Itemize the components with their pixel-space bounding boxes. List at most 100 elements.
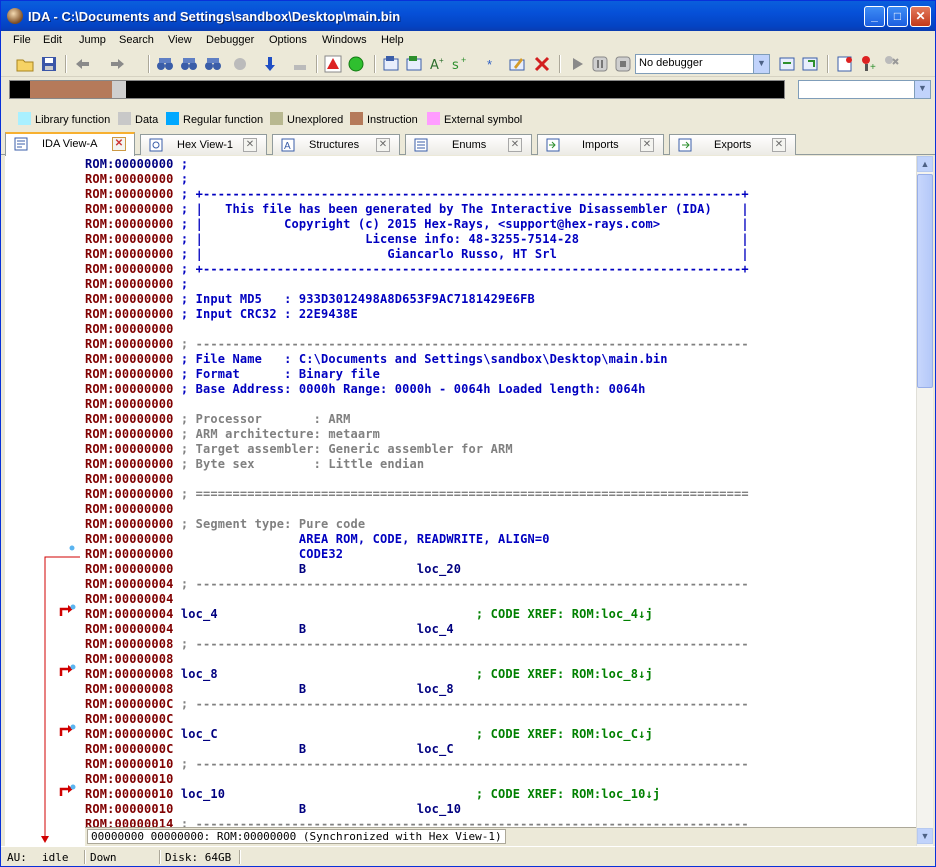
binoculars-immediate-icon[interactable] [204,55,222,73]
save-icon[interactable] [40,55,58,73]
listing-line[interactable]: ROM:00000000 [85,502,174,517]
listing-line[interactable]: ROM:00000000 ; Target assembler: Generic… [85,442,513,457]
listing-line[interactable]: ROM:0000000C ; -------------------------… [85,697,749,712]
add-breakpoint-icon[interactable]: + [859,55,877,73]
listing-line[interactable]: ROM:00000000 ; [85,157,188,172]
menu-debugger[interactable]: Debugger [206,34,254,46]
binoculars-text-icon[interactable] [156,55,174,73]
search-next-icon[interactable] [231,55,249,73]
listing-label[interactable]: loc_10 [174,787,476,801]
menu-edit[interactable]: Edit [43,34,62,46]
make-code-icon[interactable] [382,55,400,73]
tab-close-icon[interactable]: ✕ [508,138,522,152]
navigation-band[interactable] [9,80,785,99]
scroll-down-icon[interactable]: ▼ [917,828,933,844]
listing-line[interactable]: ROM:00000000 ; Segment type: Pure code [85,517,365,532]
flow-arrows-pane[interactable] [5,156,85,846]
menu-jump[interactable]: Jump [79,34,106,46]
xref-comment[interactable]: ; CODE XREF: ROM:loc_4↓j [476,607,653,621]
listing-line[interactable]: ROM:00000000 ; =========================… [85,487,749,502]
xref-comment[interactable]: ; CODE XREF: ROM:loc_10↓j [476,787,660,801]
xref-comment[interactable]: ; CODE XREF: ROM:loc_8↓j [476,667,653,681]
breakpoint-list-icon[interactable] [836,55,854,73]
listing-line[interactable]: ROM:00000000 ; Base Address: 0000h Range… [85,382,645,397]
mark-position-icon[interactable] [291,55,309,73]
listing-line[interactable]: ROM:00000000 ; | Copyright (c) 2015 Hex-… [85,217,749,232]
listing-line[interactable]: ROM:00000004 [85,592,174,607]
tab-close-icon[interactable]: ✕ [243,138,257,152]
navigation-band-combo[interactable]: ▼ [798,80,931,99]
listing-label[interactable]: loc_4 [174,607,476,621]
menu-options[interactable]: Options [269,34,307,46]
vertical-scrollbar[interactable]: ▲ ▼ [916,156,933,846]
tab-enums[interactable]: Enums ✕ [405,134,532,155]
tab-close-icon[interactable]: ✕ [640,138,654,152]
tab-close-icon[interactable]: ✕ [772,138,786,152]
menu-help[interactable]: Help [381,34,404,46]
listing-line[interactable]: ROM:00000004 B loc_4 [85,622,454,637]
scrollbar-thumb[interactable] [917,174,933,388]
listing-line[interactable]: ROM:00000000 ; Format : Binary file [85,367,380,382]
listing-line[interactable]: ROM:00000000 AREA ROM, CODE, READWRITE, … [85,532,550,547]
chevron-down-icon[interactable]: ▼ [753,55,769,73]
menu-windows[interactable]: Windows [322,34,367,46]
chevron-down-icon[interactable]: ▼ [914,81,930,98]
tab-imports[interactable]: Imports ✕ [537,134,664,155]
listing-line[interactable]: ROM:0000000C [85,712,174,727]
stop-icon[interactable] [614,55,632,73]
attach-process-icon[interactable] [778,55,796,73]
listing-line[interactable]: ROM:00000008 [85,652,174,667]
tab-structures[interactable]: A Structures ✕ [272,134,400,155]
menu-view[interactable]: View [168,34,192,46]
listing-line[interactable]: ROM:00000010 B loc_10 [85,802,461,817]
tab-close-icon[interactable]: ✕ [112,137,126,151]
title-bar[interactable]: IDA - C:\Documents and Settings\sandbox\… [1,1,935,31]
listing-line[interactable]: ROM:00000000 ; File Name : C:\Documents … [85,352,668,367]
tab-close-icon[interactable]: ✕ [376,138,390,152]
jump-down-arrow-icon[interactable] [261,55,279,73]
listing-line[interactable]: ROM:00000000 ; [85,172,188,187]
undefine-x-icon[interactable] [533,55,551,73]
listing-line[interactable]: ROM:00000000 ; +------------------------… [85,187,749,202]
listing-line[interactable]: ROM:00000008 loc_8 ; CODE XREF: ROM:loc_… [85,667,653,682]
tab-exports[interactable]: Exports ✕ [669,134,796,155]
run-play-icon[interactable] [568,55,586,73]
listing-line[interactable]: ROM:00000000 ; Input MD5 : 933D3012498A8… [85,292,535,307]
open-folder-icon[interactable] [16,55,34,73]
scroll-up-icon[interactable]: ▲ [917,156,933,172]
listing-line[interactable]: ROM:0000000C B loc_C [85,742,454,757]
listing-line[interactable]: ROM:00000010 loc_10 ; CODE XREF: ROM:loc… [85,787,660,802]
menu-search[interactable]: Search [119,34,154,46]
listing-line[interactable]: ROM:00000004 loc_4 ; CODE XREF: ROM:loc_… [85,607,653,622]
listing-line[interactable]: ROM:00000008 B loc_8 [85,682,454,697]
close-button[interactable]: ✕ [910,6,931,27]
listing-line[interactable]: ROM:00000000 ; Processor : ARM [85,412,351,427]
listing-line[interactable]: ROM:0000000C loc_C ; CODE XREF: ROM:loc_… [85,727,653,742]
listing-label[interactable]: loc_8 [174,667,476,681]
make-data-icon[interactable] [405,55,423,73]
listing-line[interactable]: ROM:00000000 ; [85,277,188,292]
disassembly-listing[interactable]: ROM:00000000 ; ROM:00000000 ; ROM:00000000… [85,156,916,827]
listing-line[interactable]: ROM:00000008 ; -------------------------… [85,637,749,652]
xref-comment[interactable]: ; CODE XREF: ROM:loc_C↓j [476,727,653,741]
back-arrow-icon[interactable] [73,55,91,73]
listing-line[interactable]: ROM:00000000 [85,322,174,337]
listing-line[interactable]: ROM:00000000 [85,397,174,412]
forward-arrow-icon[interactable] [109,55,127,73]
listing-line[interactable]: ROM:00000000 B loc_20 [85,562,461,577]
listing-line[interactable]: ROM:00000000 ; +------------------------… [85,262,749,277]
delete-breakpoint-icon[interactable] [882,55,900,73]
listing-line[interactable]: ROM:00000000 ; Byte sex : Little endian [85,457,424,472]
make-offset-icon[interactable]: * [485,55,503,73]
listing-line[interactable]: ROM:00000000 ; | This file has been gene… [85,202,749,217]
listing-line[interactable]: ROM:00000000 ; -------------------------… [85,337,749,352]
warning-triangle-icon[interactable] [324,55,342,73]
tab-ida-view-a[interactable]: IDA View-A ✕ [5,132,135,156]
maximize-button[interactable]: □ [887,6,908,27]
tab-hex-view-1[interactable]: Hex View-1 ✕ [140,134,267,155]
listing-line[interactable]: ROM:00000000 ; Input CRC32 : 22E9438E [85,307,358,322]
listing-line[interactable]: ROM:00000000 ; | Giancarlo Russo, HT Srl… [85,247,749,262]
listing-line[interactable]: ROM:00000000 CODE32 [85,547,343,562]
green-circle-icon[interactable] [347,55,365,73]
listing-line[interactable]: ROM:00000010 [85,772,174,787]
